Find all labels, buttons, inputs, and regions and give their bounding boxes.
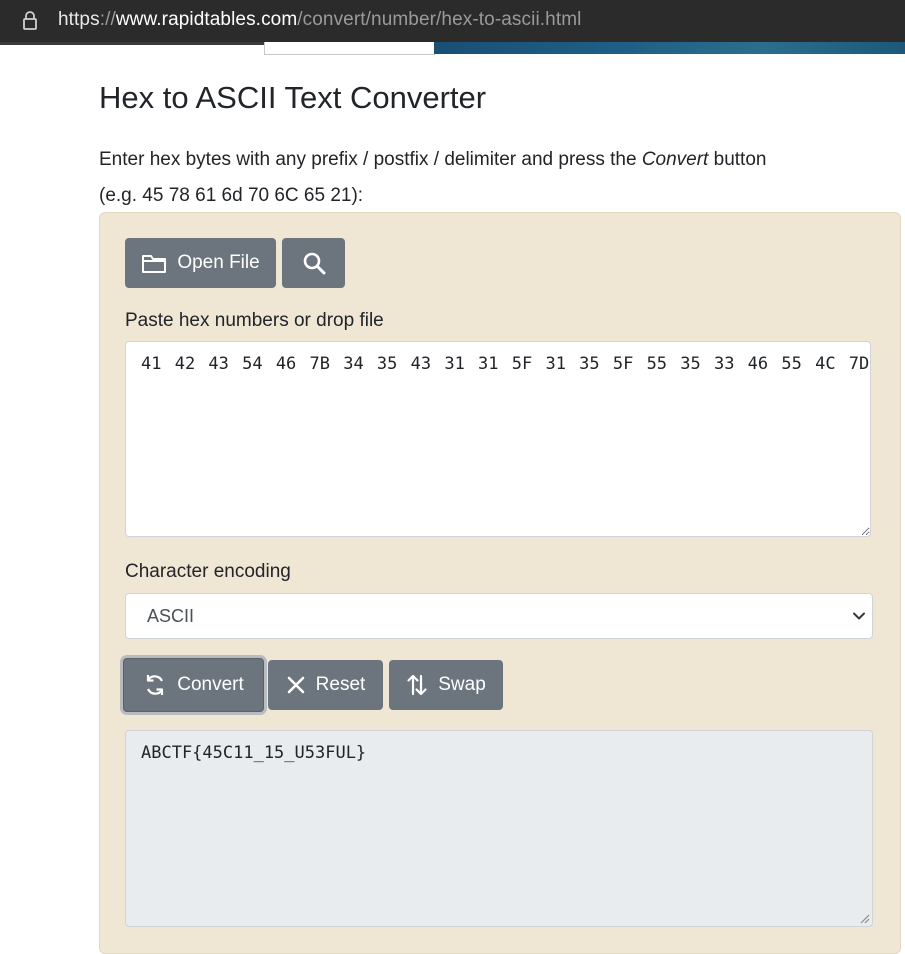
output-text[interactable]: ABCTF{45C11_15_U53FUL} [125, 730, 873, 927]
page-title: Hex to ASCII Text Converter [99, 80, 487, 115]
close-icon [287, 676, 304, 694]
url-host: www.rapidtables.com [115, 9, 298, 30]
open-file-button[interactable]: Open File [125, 238, 276, 288]
reset-button[interactable]: Reset [268, 660, 383, 710]
intro-example: (e.g. 45 78 61 6d 70 6C 65 21): [99, 185, 364, 206]
convert-label: Convert [177, 674, 244, 695]
url-path: /convert/number/hex-to-ascii.html [297, 9, 582, 30]
convert-button[interactable]: Convert [123, 658, 264, 712]
browser-address-bar[interactable]: https://www.rapidtables.com/convert/numb… [0, 0, 905, 45]
swap-label: Swap [438, 674, 486, 695]
swap-arrows-icon [407, 674, 427, 696]
encoding-label: Character encoding [125, 561, 291, 582]
intro-convert-word: Convert [641, 149, 709, 170]
swap-button[interactable]: Swap [389, 660, 503, 710]
chevron-down-icon [853, 612, 865, 620]
hex-input[interactable]: 41 42 43 54 46 7B 34 35 43 31 31 5F 31 3… [125, 341, 871, 537]
refresh-icon [147, 675, 164, 695]
output-value: ABCTF{45C11_15_U53FUL} [141, 743, 367, 763]
banner-left [264, 42, 435, 55]
hex-input-label: Paste hex numbers or drop file [125, 310, 384, 331]
reset-label: Reset [315, 674, 366, 695]
encoding-select[interactable]: ASCII [125, 593, 873, 639]
open-file-label: Open File [177, 252, 260, 273]
search-button[interactable] [282, 238, 345, 288]
intro-part2: button [708, 149, 767, 170]
url-protocol: https [58, 9, 100, 30]
url-text[interactable]: https://www.rapidtables.com/convert/numb… [58, 9, 581, 31]
search-icon [303, 252, 325, 275]
intro-text: Enter hex bytes with any prefix / postfi… [99, 142, 879, 214]
folder-icon [142, 255, 167, 273]
lock-icon [23, 11, 37, 30]
intro-part1: Enter hex bytes with any prefix / postfi… [99, 149, 642, 170]
url-separator: :// [99, 9, 116, 30]
banner-image [434, 42, 905, 54]
encoding-selected-value: ASCII [147, 606, 195, 626]
resize-grip-icon[interactable] [858, 912, 870, 924]
